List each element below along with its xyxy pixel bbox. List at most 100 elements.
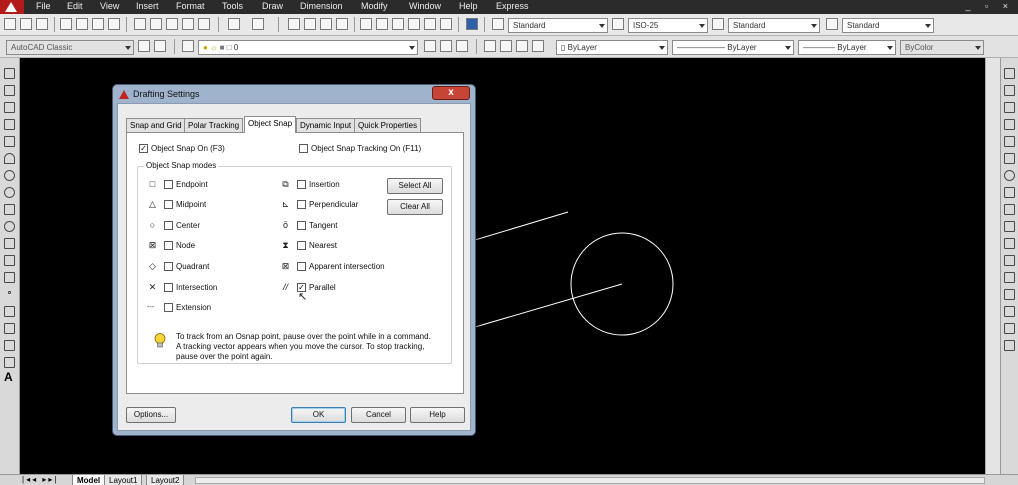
layer-isolate-icon[interactable] [500,40,512,52]
text-style-icon[interactable] [492,18,504,30]
menu-file[interactable]: File [36,1,51,11]
block-editor-icon[interactable] [198,18,210,30]
zoom-previous-icon[interactable] [336,18,348,30]
quickcalc-icon[interactable] [440,18,452,30]
save-icon[interactable] [36,18,48,30]
menu-window[interactable]: Window [409,1,441,11]
layer-states-icon[interactable] [456,40,468,52]
window-controls[interactable]: _ ▫ × [966,1,1014,11]
move-icon[interactable] [1004,153,1015,164]
menu-insert[interactable]: Insert [136,1,159,11]
dialog-title-bar[interactable]: Drafting Settings [119,89,200,99]
plot-style-select[interactable]: ByColor [900,40,984,55]
tab-model[interactable]: Model [72,475,106,485]
paste-icon[interactable] [166,18,178,30]
offset-icon[interactable] [1004,119,1015,130]
layer-previous-icon[interactable] [440,40,452,52]
copy-object-icon[interactable] [1004,85,1015,96]
menu-dimension[interactable]: Dimension [300,1,343,11]
match-properties-icon[interactable] [182,18,194,30]
menu-view[interactable]: View [100,1,119,11]
menu-help[interactable]: Help [459,1,478,11]
new-icon[interactable] [4,18,16,30]
copy-icon[interactable] [150,18,162,30]
gradient-icon[interactable] [4,323,15,334]
markup-icon[interactable] [424,18,436,30]
endpoint-checkbox[interactable] [164,180,173,189]
lineweight-select[interactable]: ———— ByLayer [798,40,896,55]
menu-edit[interactable]: Edit [67,1,83,11]
table-icon[interactable] [4,357,15,368]
break-icon[interactable] [1004,272,1015,283]
layer-tools-icon[interactable] [484,40,496,52]
help-button[interactable]: Help [410,407,465,423]
intersection-checkbox[interactable] [164,283,173,292]
open-icon[interactable] [20,18,32,30]
tool-palettes-icon[interactable] [392,18,404,30]
select-all-button[interactable]: Select All [387,178,443,194]
ok-button[interactable]: OK [291,407,346,423]
spline-icon[interactable] [4,204,15,215]
hatch-icon[interactable] [4,306,15,317]
mleader-style-icon[interactable] [826,18,838,30]
mleader-style-select[interactable]: Standard [842,18,934,33]
undo-icon[interactable] [228,18,240,30]
color-select[interactable]: ▯ ByLayer [556,40,668,55]
make-block-icon[interactable] [4,272,15,283]
trim-icon[interactable] [1004,221,1015,232]
linetype-select[interactable]: —————— ByLayer [672,40,794,55]
center-checkbox[interactable] [164,221,173,230]
layer-manager-icon[interactable] [182,40,194,52]
menu-express[interactable]: Express [496,1,529,11]
workspace-select[interactable]: AutoCAD Classic [6,40,134,55]
ellipse-arc-icon[interactable] [4,238,15,249]
redo-icon[interactable] [252,18,264,30]
rectangle-icon[interactable] [4,136,15,147]
menu-modify[interactable]: Modify [361,1,388,11]
cut-icon[interactable] [134,18,146,30]
extend-icon[interactable] [1004,238,1015,249]
region-icon[interactable] [4,340,15,351]
layer-select[interactable]: ● ☼ ■ □ 0 [198,40,418,55]
scale-icon[interactable] [1004,187,1015,198]
options-button[interactable]: Options... [126,407,176,423]
horizontal-scrollbar[interactable] [195,477,985,484]
publish-icon[interactable] [92,18,104,30]
table-style-icon[interactable] [712,18,724,30]
tab-snap-and-grid[interactable]: Snap and Grid [126,118,186,132]
vertical-scrollbar[interactable] [985,58,1000,474]
autocad-logo-icon[interactable] [0,0,24,14]
table-style-select[interactable]: Standard [728,18,820,33]
insertion-checkbox[interactable] [297,180,306,189]
help-icon[interactable] [466,18,478,30]
polygon-icon[interactable] [4,119,15,130]
tab-layout1[interactable]: Layout1 [104,475,143,485]
line-entity[interactable] [474,283,623,328]
plot-icon[interactable] [60,18,72,30]
ellipse-icon[interactable] [4,221,15,232]
menu-tools[interactable]: Tools [222,1,243,11]
sheet-set-icon[interactable] [408,18,420,30]
osnap-on-checkbox[interactable]: ✓ [139,144,148,153]
tab-object-snap[interactable]: Object Snap [244,116,297,133]
node-checkbox[interactable] [164,241,173,250]
erase-icon[interactable] [1004,68,1015,79]
properties-icon[interactable] [360,18,372,30]
chamfer-icon[interactable] [1004,306,1015,317]
midpoint-checkbox[interactable] [164,200,173,209]
tangent-checkbox[interactable] [297,221,306,230]
zoom-realtime-icon[interactable] [304,18,316,30]
tab-polar-tracking[interactable]: Polar Tracking [184,118,244,132]
fillet-icon[interactable] [1004,323,1015,334]
cancel-button[interactable]: Cancel [351,407,406,423]
construction-line-icon[interactable] [4,85,15,96]
circle-icon[interactable] [4,170,15,181]
line-entity[interactable] [474,211,569,241]
text-style-select[interactable]: Standard [508,18,608,33]
apparent-intersection-checkbox[interactable] [297,262,306,271]
clear-all-button[interactable]: Clear All [387,199,443,215]
design-center-icon[interactable] [376,18,388,30]
dim-style-select[interactable]: ISO-25 [628,18,708,33]
tab-dynamic-input[interactable]: Dynamic Input [296,118,356,132]
layer-off-icon[interactable] [516,40,528,52]
